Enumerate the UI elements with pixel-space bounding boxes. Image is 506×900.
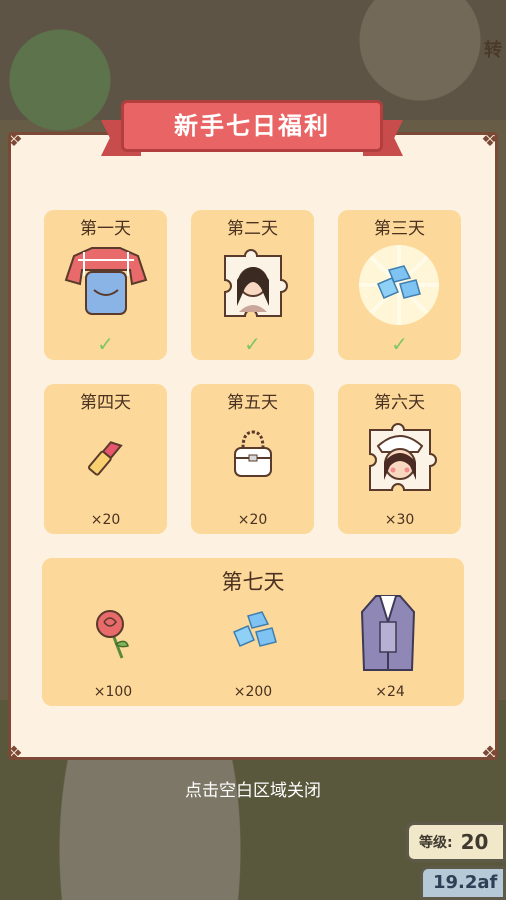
day-label: 第一天 — [80, 219, 131, 239]
suit-coat-icon — [360, 595, 416, 671]
diamond-gems-icon — [233, 611, 277, 647]
day-card-5[interactable]: 第五天 ×20 — [191, 384, 314, 534]
day-label: 第五天 — [227, 393, 278, 413]
diamond-gems-icon — [359, 245, 439, 325]
day-card-2[interactable]: 第二天 ✓ — [191, 210, 314, 360]
corner-ornament-icon: ❖ — [481, 741, 499, 765]
claimed-check-icon: ✓ — [391, 332, 408, 356]
title-ribbon: 新手七日福利 — [101, 96, 403, 158]
claimed-check-icon: ✓ — [97, 332, 114, 356]
reward-quantity: ×20 — [237, 512, 268, 528]
corner-ornament-icon: ❖ — [5, 127, 23, 151]
reward-quantity: ×24 — [375, 684, 405, 700]
handbag-icon — [234, 430, 272, 477]
day-label: 第六天 — [374, 393, 425, 413]
day-card-3[interactable]: 第三天 ✓ — [338, 210, 461, 360]
close-hint-text: 点击空白区域关闭 — [185, 781, 321, 801]
corner-ornament-icon: ❖ — [481, 127, 499, 151]
claimed-check-icon: ✓ — [244, 332, 261, 356]
rose-icon — [96, 610, 129, 659]
day-label: 第四天 — [80, 393, 131, 413]
corner-ornament-icon: ❖ — [5, 741, 23, 765]
background-label: 转 — [484, 40, 502, 61]
character-puzzle-icon — [369, 423, 437, 491]
reward-quantity: ×200 — [233, 684, 273, 700]
character-puzzle-icon — [224, 249, 288, 317]
lipstick-icon — [88, 441, 123, 476]
day-card-4[interactable]: 第四天 ×20 — [44, 384, 167, 534]
level-value: 20 — [460, 830, 489, 854]
day-card-1[interactable]: 第一天 ✓ — [44, 210, 167, 360]
shirt-overalls-icon — [64, 247, 148, 315]
reward-quantity: ×30 — [384, 512, 415, 528]
dialog-title: 新手七日福利 — [174, 112, 330, 140]
day-label: 第三天 — [374, 219, 425, 239]
day-card-6[interactable]: 第六天 ×30 — [338, 384, 461, 534]
reward-quantity: ×100 — [93, 684, 133, 700]
reward-quantity: ×20 — [90, 512, 121, 528]
day-card-7[interactable]: 第七天 ×100 ×200 ×24 — [42, 558, 464, 706]
day-label: 第二天 — [227, 219, 278, 239]
level-badge: 等级: 20 — [406, 822, 506, 862]
level-label: 等级: — [419, 835, 453, 851]
currency-display: 19.2af — [420, 866, 506, 900]
